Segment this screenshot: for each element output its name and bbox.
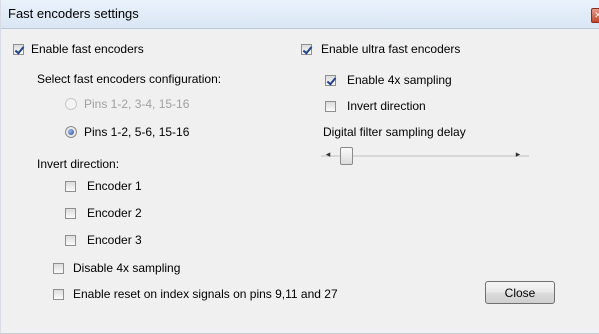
enable-fast-encoders-checkbox[interactable] (13, 44, 24, 55)
encoder-3-label[interactable]: Encoder 3 (87, 233, 142, 247)
slider-left-arrow-icon[interactable]: ◂ (323, 149, 333, 160)
encoder-2-label[interactable]: Encoder 2 (87, 206, 142, 220)
enable-reset-index-label[interactable]: Enable reset on index signals on pins 9,… (73, 287, 338, 301)
invert-direction-heading: Invert direction: (37, 157, 120, 171)
ultra-invert-direction-checkbox[interactable] (325, 101, 336, 112)
disable-4x-sampling-checkbox[interactable] (53, 263, 64, 274)
window-close-icon[interactable]: ✕ (591, 8, 599, 23)
disable-4x-sampling-label[interactable]: Disable 4x sampling (73, 261, 180, 275)
encoder-2-checkbox[interactable] (65, 208, 76, 219)
settings-dialog: Fast encoders settings ✕ Enable fast enc… (0, 0, 599, 334)
config-radio-2-label[interactable]: Pins 1-2, 5-6, 15-16 (84, 125, 189, 139)
enable-reset-index-checkbox[interactable] (53, 289, 64, 300)
window-title: Fast encoders settings (8, 6, 139, 21)
enable-fast-encoders-label[interactable]: Enable fast encoders (31, 42, 144, 56)
enable-4x-sampling-checkbox[interactable] (325, 75, 336, 86)
encoder-1-label[interactable]: Encoder 1 (87, 179, 142, 193)
encoder-3-checkbox[interactable] (65, 235, 76, 246)
title-bar: Fast encoders settings ✕ (1, 0, 599, 29)
enable-ultra-fast-encoders-label[interactable]: Enable ultra fast encoders (321, 42, 460, 56)
encoder-1-checkbox[interactable] (65, 181, 76, 192)
config-heading: Select fast encoders configuration: (37, 72, 222, 86)
config-radio-1-label: Pins 1-2, 3-4, 15-16 (84, 97, 190, 111)
ultra-invert-direction-label[interactable]: Invert direction (347, 99, 426, 113)
slider-right-arrow-icon[interactable]: ▸ (513, 149, 523, 160)
slider-thumb[interactable] (340, 147, 353, 165)
enable-4x-sampling-label[interactable]: Enable 4x sampling (347, 73, 452, 87)
config-radio-2[interactable] (65, 126, 77, 138)
digital-filter-slider[interactable]: ◂ ▸ (321, 147, 529, 165)
enable-ultra-fast-encoders-checkbox[interactable] (301, 44, 312, 55)
digital-filter-label: Digital filter sampling delay (323, 125, 466, 139)
close-button[interactable]: Close (485, 281, 555, 304)
config-radio-1 (65, 98, 77, 110)
